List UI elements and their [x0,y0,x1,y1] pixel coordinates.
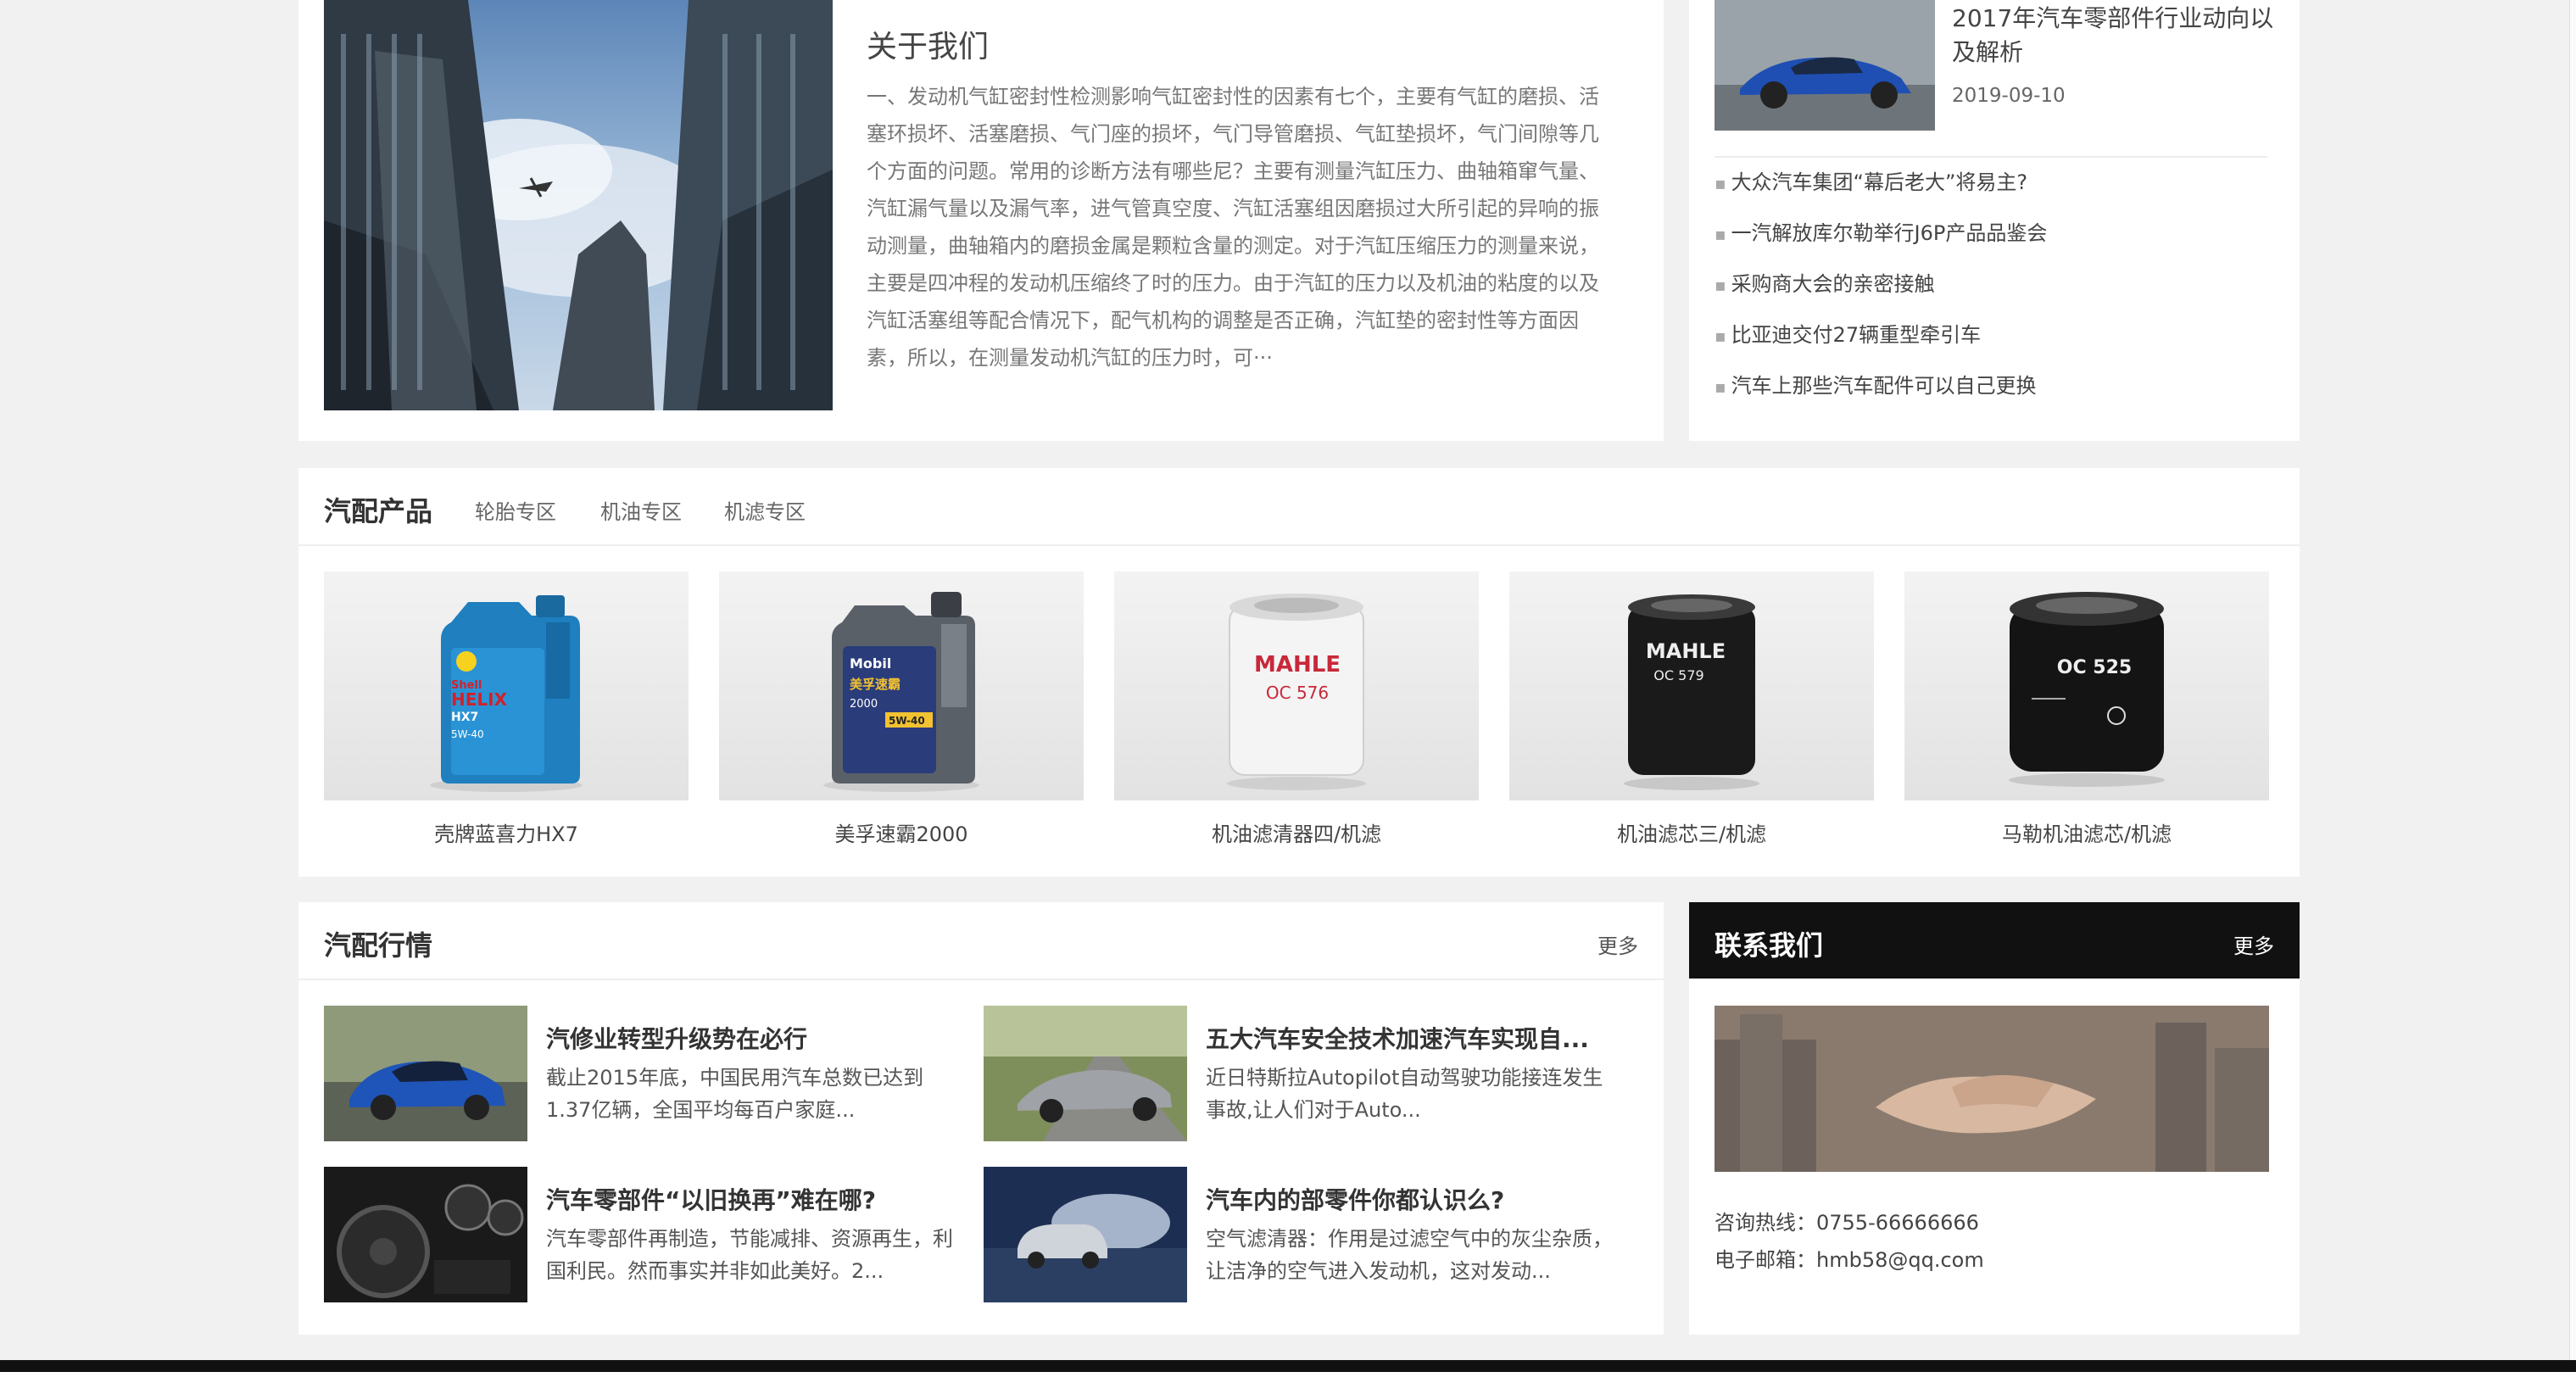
svg-text:2000: 2000 [850,698,878,711]
about-text: 一、发动机气缸密封性检测影响气缸密封性的因素有七个，主要有气缸的磨损、活塞环损坏… [867,85,1599,370]
bullet-icon: ▪ [1715,326,1726,346]
product-card[interactable]: MAHLE OC 579 机油滤芯三/机滤 [1509,572,1874,847]
contact-panel: 联系我们 更多 咨询热线：0755-66666666 电子邮箱：hmb58@qq… [1689,902,2300,1335]
industry-header: 汽配行情 更多 [298,902,1664,980]
about-title[interactable]: 关于我们 [867,22,989,66]
svg-text:5W-40: 5W-40 [889,715,925,727]
article-image[interactable] [324,1006,527,1141]
article-card[interactable]: 汽车零部件“以旧换再”难在哪? 汽车零部件再制造，节能减排、资源再生，利国利民。… [324,1167,968,1302]
divider [1715,156,2267,158]
scrollbar-track[interactable] [2569,0,2576,1360]
product-card[interactable]: OC 525 马勒机油滤芯/机滤 [1904,572,2269,847]
article-card[interactable]: 五大汽车安全技术加速汽车实现自... 近日特斯拉Autopilot自动驾驶功能接… [984,1006,1628,1141]
article-desc: 空气滤清器：作用是过滤空气中的灰尘杂质，让洁净的空气进入发动机，这对发动... [1206,1227,1613,1283]
news-list-item[interactable]: ▪ 大众汽车集团“幕后老大”将易主? [1715,166,2274,217]
tab-tires[interactable]: 轮胎专区 [475,495,556,525]
contact-email: 电子邮箱：hmb58@qq.com [1715,1248,1984,1272]
article-title[interactable]: 五大汽车安全技术加速汽车实现自... [1206,1021,1630,1055]
article-title[interactable]: 汽车内的部零件你都认识么? [1206,1182,1630,1216]
contact-hotline: 咨询热线：0755-66666666 [1715,1211,1979,1235]
product-card[interactable]: Mobil 美孚速霸 2000 5W-40 美孚速霸2000 [719,572,1084,847]
product-image[interactable]: Shell HELIX HX7 5W-40 [324,572,689,800]
contact-header: 联系我们 更多 [1689,902,2300,979]
svg-text:美孚速霸: 美孚速霸 [850,677,900,692]
svg-text:5W-40: 5W-40 [451,728,484,740]
featured-news-image[interactable] [1715,0,1935,131]
tab-oil-filter[interactable]: 机滤专区 [724,495,806,525]
featured-news-date: 2019-09-10 [1952,85,2066,107]
bullet-icon: ▪ [1715,376,1726,397]
product-image[interactable]: OC 525 [1904,572,2269,800]
product-name[interactable]: 机油滤清器四/机滤 [1114,817,1479,847]
article-desc: 近日特斯拉Autopilot自动驾驶功能接连发生事故,让人们对于Auto... [1206,1066,1603,1122]
contact-heading: 联系我们 [1715,929,1824,962]
news-top-panel: 2017年汽车零部件行业动向以及解析 2019-09-10 ▪ 大众汽车集团“幕后… [1689,0,2300,441]
article-desc: 截止2015年底，中国民用汽车总数已达到1.37亿辆，全国平均每百户家庭... [546,1066,924,1122]
article-title[interactable]: 汽修业转型升级势在必行 [546,1021,970,1055]
news-list-item[interactable]: ▪ 采购商大会的亲密接触 [1715,268,2274,319]
product-image[interactable]: Mobil 美孚速霸 2000 5W-40 [719,572,1084,800]
product-card[interactable]: Shell HELIX HX7 5W-40 壳牌蓝喜力HX7 [324,572,689,847]
svg-text:HX7: HX7 [451,711,478,724]
handshake-image [1715,1006,2269,1172]
article-desc: 汽车零部件再制造，节能减排、资源再生，利国利民。然而事实并非如此美好。2... [546,1227,953,1283]
article-image[interactable] [984,1006,1187,1141]
featured-news-title[interactable]: 2017年汽车零部件行业动向以及解析 [1952,2,2283,70]
product-name[interactable]: 壳牌蓝喜力HX7 [324,817,689,847]
product-name[interactable]: 马勒机油滤芯/机滤 [1904,817,2269,847]
product-name[interactable]: 机油滤芯三/机滤 [1509,817,1874,847]
svg-text:OC 579: OC 579 [1653,667,1703,683]
article-image[interactable] [324,1167,527,1302]
svg-text:OC 576: OC 576 [1266,683,1329,703]
products-panel: 汽配产品 轮胎专区 机油专区 机滤专区 Shell HELIX HX7 5W-4… [298,468,2300,877]
svg-text:HELIX: HELIX [451,689,508,710]
article-image[interactable] [984,1167,1187,1302]
news-list-item[interactable]: ▪ 一汽解放库尔勒举行J6P产品品鉴会 [1715,217,2274,268]
about-panel: 关于我们 一、发动机气缸密封性检测影响气缸密封性的因素有七个，主要有气缸的磨损、… [298,0,1664,441]
footer-area [0,1372,2576,1394]
svg-text:Mobil: Mobil [850,655,891,672]
svg-text:MAHLE: MAHLE [1646,639,1726,663]
product-image[interactable]: MAHLE OC 579 [1509,572,1874,800]
bullet-icon: ▪ [1715,224,1726,244]
news-list: ▪ 大众汽车集团“幕后老大”将易主? ▪ 一汽解放库尔勒举行J6P产品品鉴会 ▪ 采购… [1715,166,2274,421]
product-card[interactable]: MAHLE OC 576 机油滤清器四/机滤 [1114,572,1479,847]
products-header: 汽配产品 轮胎专区 机油专区 机滤专区 [298,468,2300,546]
news-list-item[interactable]: ▪ 比亚迪交付27辆重型牵引车 [1715,319,2274,370]
industry-heading: 汽配行情 [324,929,433,962]
contact-more-link[interactable]: 更多 [2233,929,2274,959]
product-name[interactable]: 美孚速霸2000 [719,817,1084,847]
bullet-icon: ▪ [1715,173,1726,193]
product-image[interactable]: MAHLE OC 576 [1114,572,1479,800]
article-title[interactable]: 汽车零部件“以旧换再”难在哪? [546,1182,970,1216]
industry-more-link[interactable]: 更多 [1597,929,1638,959]
article-card[interactable]: 汽修业转型升级势在必行 截止2015年底，中国民用汽车总数已达到1.37亿辆，全… [324,1006,968,1141]
about-image[interactable] [324,0,833,410]
svg-text:OC 525: OC 525 [2057,657,2132,678]
footer-bar [0,1360,2576,1372]
bullet-icon: ▪ [1715,275,1726,295]
products-heading: 汽配产品 [324,495,433,527]
industry-news-panel: 汽配行情 更多 汽修业转型升级势在必行 截止2015年底，中国民用汽车总数已达到… [298,902,1664,1335]
news-list-item[interactable]: ▪ 汽车上那些汽车配件可以自己更换 [1715,370,2274,421]
article-card[interactable]: 汽车内的部零件你都认识么? 空气滤清器：作用是过滤空气中的灰尘杂质，让洁净的空气… [984,1167,1628,1302]
svg-text:MAHLE: MAHLE [1254,652,1341,677]
tab-engine-oil[interactable]: 机油专区 [600,495,682,525]
